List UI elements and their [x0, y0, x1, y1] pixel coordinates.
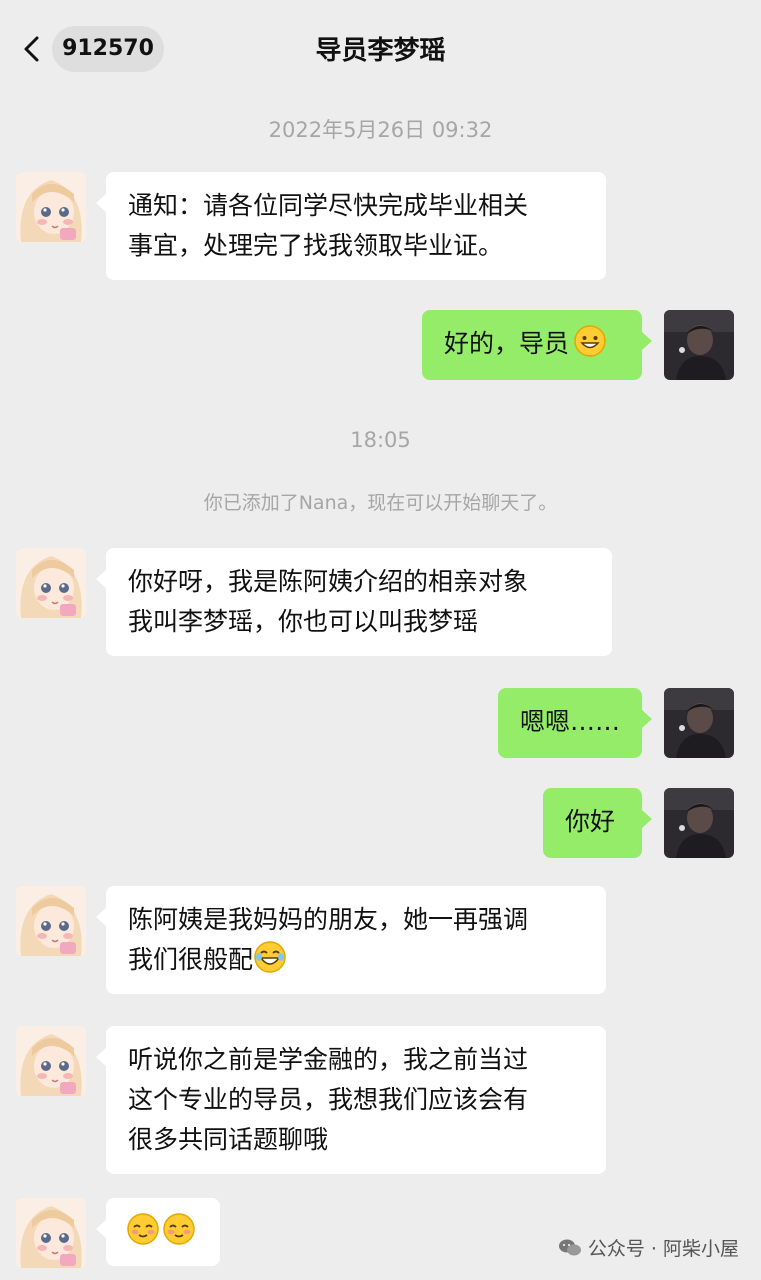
anime-girl-avatar-image: [16, 1198, 86, 1268]
self-avatar[interactable]: [664, 688, 734, 758]
message-bubble-incoming[interactable]: [96, 1198, 220, 1266]
dark-photo-avatar-image: [664, 788, 734, 858]
smile-emoji-icon: [573, 324, 607, 358]
contact-avatar[interactable]: [16, 1026, 86, 1096]
message-text: 你好: [565, 807, 616, 836]
timestamp: 18:05: [350, 428, 411, 452]
message-text: 好的，导员: [444, 329, 570, 358]
message-text: 我们很般配: [128, 945, 254, 974]
blush-emoji-icon: [126, 1212, 160, 1246]
message-text: 嗯嗯……: [520, 707, 621, 736]
message-text: 很多共同话题聊哦: [128, 1125, 329, 1154]
message-text: 我叫李梦瑶，你也可以叫我梦瑶: [128, 607, 479, 636]
self-avatar[interactable]: [664, 788, 734, 858]
anime-girl-avatar-image: [16, 1026, 86, 1096]
chat-title: 导员李梦瑶: [315, 36, 446, 66]
message-bubble-incoming[interactable]: 通知：请各位同学尽快完成毕业相关 事宜，处理完了找我领取毕业证。: [96, 172, 606, 280]
message-text: 通知：请各位同学尽快完成毕业相关: [128, 191, 529, 220]
message-text: 听说你之前是学金融的，我之前当过: [128, 1045, 529, 1074]
contact-avatar[interactable]: [16, 548, 86, 618]
contact-avatar[interactable]: [16, 886, 86, 956]
self-avatar[interactable]: [664, 310, 734, 380]
contact-avatar[interactable]: [16, 1198, 86, 1268]
dark-photo-avatar-image: [664, 688, 734, 758]
wechat-icon: [558, 1239, 581, 1255]
chat-header: 912570 导员李梦瑶: [0, 0, 761, 100]
blush-emoji-icon: [162, 1212, 196, 1246]
anime-girl-avatar-image: [16, 886, 86, 956]
message-bubble-incoming[interactable]: 你好呀，我是陈阿姨介绍的相亲对象 我叫李梦瑶，你也可以叫我梦瑶: [96, 548, 612, 656]
timestamp: 2022年5月26日 09:32: [268, 118, 493, 142]
message-bubble-outgoing[interactable]: 你好: [543, 788, 652, 858]
message-bubble-incoming[interactable]: 陈阿姨是我妈妈的朋友，她一再强调 我们很般配: [96, 886, 606, 994]
message-text: 这个专业的导员，我想我们应该会有: [128, 1085, 529, 1114]
watermark-text: 公众号 · 阿柴小屋: [587, 1238, 739, 1260]
watermark: 公众号 · 阿柴小屋: [558, 1234, 739, 1261]
message-bubble-outgoing[interactable]: 嗯嗯……: [498, 688, 652, 758]
message-text: 陈阿姨是我妈妈的朋友，她一再强调: [128, 905, 529, 934]
message-bubble-incoming[interactable]: 听说你之前是学金融的，我之前当过 这个专业的导员，我想我们应该会有 很多共同话题…: [96, 1026, 606, 1174]
laugh-emoji-icon: [253, 940, 287, 974]
anime-girl-avatar-image: [16, 172, 86, 242]
system-notice: 你已添加了Nana，现在可以开始聊天了。: [203, 492, 558, 514]
message-text: 事宜，处理完了找我领取毕业证。: [128, 231, 504, 260]
message-text: 你好呀，我是陈阿姨介绍的相亲对象: [128, 567, 529, 596]
message-bubble-outgoing[interactable]: 好的，导员: [422, 310, 652, 380]
contact-avatar[interactable]: [16, 172, 86, 242]
dark-photo-avatar-image: [664, 310, 734, 380]
anime-girl-avatar-image: [16, 548, 86, 618]
